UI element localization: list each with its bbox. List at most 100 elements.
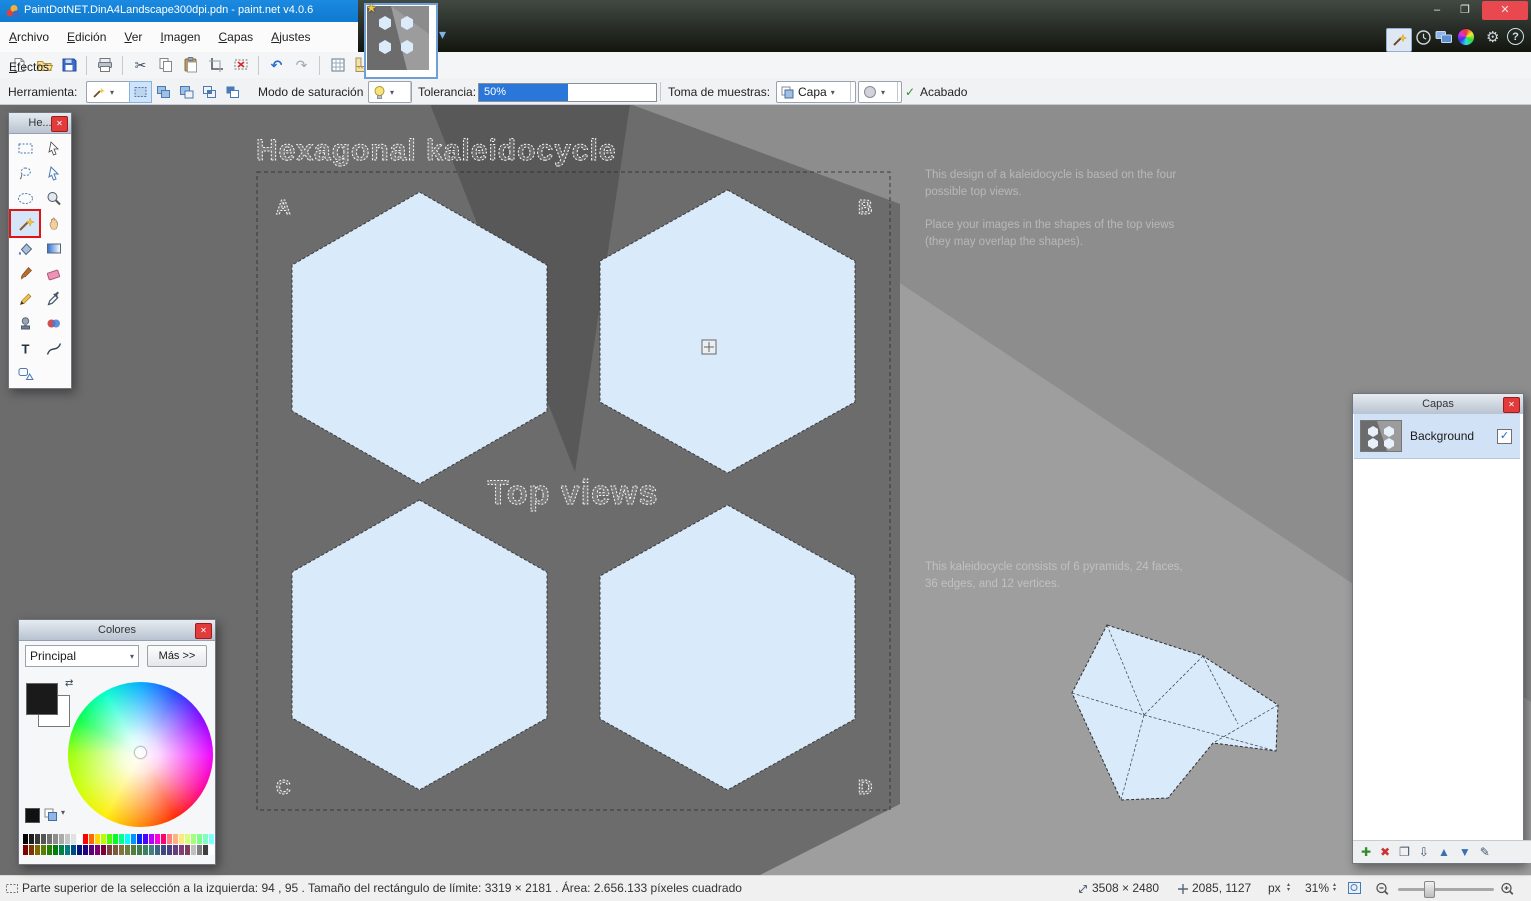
palette-color[interactable]	[179, 845, 184, 855]
colors-button[interactable]	[1457, 28, 1475, 46]
palette-color[interactable]	[209, 834, 214, 844]
palette-color[interactable]	[41, 834, 46, 844]
fit-window-button[interactable]	[1347, 881, 1363, 896]
palette-color[interactable]	[53, 845, 58, 855]
palette-color[interactable]	[23, 834, 28, 844]
tool-move-selection[interactable]	[39, 161, 67, 186]
pixel-grid-button[interactable]	[325, 54, 350, 76]
palette-color[interactable]	[125, 834, 130, 844]
palette-color[interactable]	[167, 834, 172, 844]
palette-color[interactable]	[65, 834, 70, 844]
palette-color[interactable]	[143, 845, 148, 855]
tool-gradient[interactable]	[39, 236, 67, 261]
tool-recolor[interactable]	[39, 311, 67, 336]
redo-button[interactable]: ↷	[289, 54, 314, 76]
selection-mode-subtract[interactable]	[175, 81, 198, 103]
menu-archivo[interactable]: Archivo	[0, 22, 58, 52]
menu-imagen[interactable]: Imagen	[151, 22, 209, 52]
palette-color[interactable]	[191, 834, 196, 844]
tools-panel-title[interactable]: He... ✕	[9, 113, 71, 134]
menu-capas[interactable]: Capas	[209, 22, 262, 52]
palette-color[interactable]	[35, 845, 40, 855]
flood-mode-dropdown[interactable]: ▾	[368, 81, 412, 103]
palette-color[interactable]	[161, 834, 166, 844]
finish-button[interactable]: Acabado	[920, 85, 967, 99]
palette-color[interactable]	[53, 834, 58, 844]
colors-panel-close-button[interactable]: ✕	[195, 623, 212, 639]
palette-color[interactable]	[83, 834, 88, 844]
palette-color[interactable]	[143, 834, 148, 844]
layer-visibility-checkbox[interactable]: ✓	[1497, 428, 1512, 444]
palette-color[interactable]	[83, 845, 88, 855]
image-list-chevron-icon[interactable]: ▾	[439, 26, 446, 43]
tool-magic-wand[interactable]	[9, 209, 41, 238]
palette-color[interactable]	[149, 834, 154, 844]
canvas[interactable]: Hexagonal kaleidocycle A B C D Top views…	[0, 104, 1531, 875]
zoom-in-button[interactable]	[1500, 882, 1515, 896]
palette-color[interactable]	[29, 845, 34, 855]
palette-color[interactable]	[107, 845, 112, 855]
tool-eraser[interactable]	[39, 261, 67, 286]
unit-select[interactable]: px	[1268, 881, 1281, 895]
tool-lasso-select[interactable]	[11, 161, 39, 186]
merge-layer-down-button[interactable]: ⇩	[1419, 845, 1429, 859]
palette-color[interactable]	[113, 845, 118, 855]
history-button[interactable]	[1414, 28, 1432, 46]
tool-pan[interactable]	[39, 211, 67, 236]
palette-color[interactable]	[155, 845, 160, 855]
palette-color[interactable]	[131, 834, 136, 844]
current-tool-button[interactable]	[1386, 28, 1412, 52]
swap-colors-icon[interactable]: ⇄	[65, 678, 73, 689]
settings-button[interactable]: ⚙	[1486, 28, 1499, 46]
palette-color[interactable]	[209, 845, 214, 855]
move-layer-down-button[interactable]: ▼	[1459, 845, 1471, 859]
palette-color[interactable]	[203, 834, 208, 844]
palette-color[interactable]	[65, 845, 70, 855]
minimize-button[interactable]: –	[1424, 1, 1450, 20]
palette-color[interactable]	[29, 834, 34, 844]
palette-color[interactable]	[119, 834, 124, 844]
tool-text[interactable]: T	[11, 336, 39, 361]
palette-color[interactable]	[119, 845, 124, 855]
palette-color[interactable]	[203, 845, 208, 855]
selection-mode-union[interactable]	[152, 81, 175, 103]
palette-color[interactable]	[137, 834, 142, 844]
palette-color[interactable]	[47, 834, 52, 844]
palette-color[interactable]	[113, 834, 118, 844]
tool-line-curve[interactable]	[39, 336, 67, 361]
palette-color[interactable]	[41, 845, 46, 855]
palette-dropdown-icon[interactable]: ▾	[61, 808, 65, 817]
layer-properties-button[interactable]: ✎	[1480, 845, 1490, 859]
layer-row-background[interactable]: Background ✓	[1354, 414, 1520, 459]
more-button[interactable]: Más >>	[147, 645, 207, 667]
palette-color[interactable]	[173, 834, 178, 844]
palette-color[interactable]	[107, 834, 112, 844]
palette-color[interactable]	[89, 845, 94, 855]
palette-color[interactable]	[101, 845, 106, 855]
move-layer-up-button[interactable]: ▲	[1438, 845, 1450, 859]
windows-button[interactable]	[1434, 28, 1454, 46]
cut-button[interactable]: ✂	[128, 54, 153, 76]
palette-color[interactable]	[131, 845, 136, 855]
delete-layer-button[interactable]: ✖	[1380, 845, 1390, 859]
palette-color[interactable]	[95, 845, 100, 855]
selection-mode-invert[interactable]	[221, 81, 244, 103]
palette-color[interactable]	[137, 845, 142, 855]
unit-spinner[interactable]: ▴ ▾	[1287, 882, 1290, 893]
tool-brush[interactable]	[11, 261, 39, 286]
palette-color[interactable]	[149, 845, 154, 855]
menu-ajustes[interactable]: Ajustes	[262, 22, 319, 52]
menu-edicion[interactable]: Edición	[58, 22, 115, 52]
palette-color[interactable]	[161, 845, 166, 855]
palette-color[interactable]	[35, 834, 40, 844]
tool-pencil[interactable]	[11, 286, 39, 311]
color-mode-select[interactable]: Principal ▾	[25, 645, 139, 667]
antialias-dropdown[interactable]: ▾	[858, 81, 902, 103]
help-button[interactable]: ?	[1507, 28, 1524, 45]
tools-panel-close-button[interactable]: ✕	[51, 116, 68, 132]
zoom-slider-thumb[interactable]	[1424, 881, 1435, 898]
tool-rectangle-select[interactable]	[11, 136, 39, 161]
copy-button[interactable]	[153, 54, 178, 76]
palette-color[interactable]	[197, 834, 202, 844]
zoom-spinner[interactable]: ▴ ▾	[1333, 882, 1336, 893]
